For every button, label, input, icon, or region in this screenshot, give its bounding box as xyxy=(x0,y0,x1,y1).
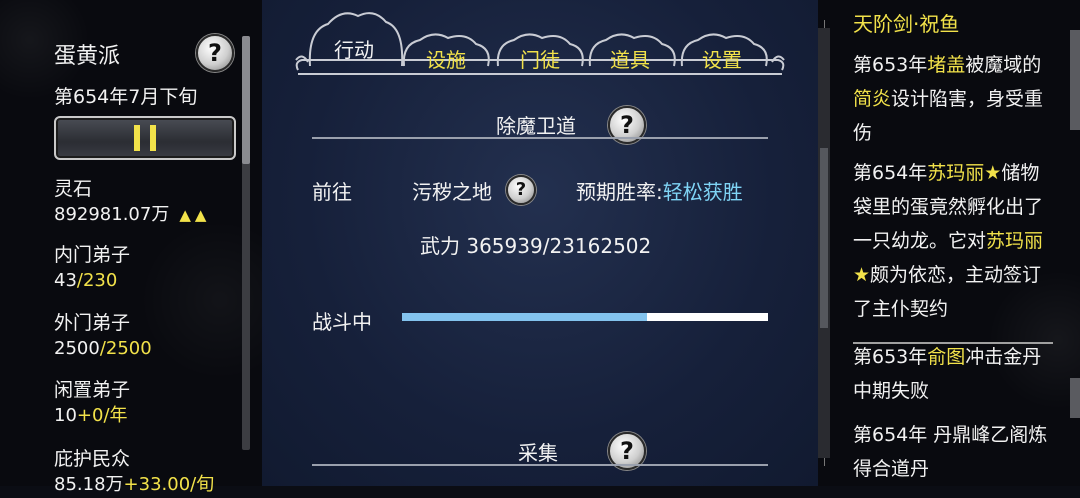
goto-label: 前往 xyxy=(312,180,352,204)
battle-progress-bar xyxy=(402,313,768,321)
win-rate: 预期胜率:轻松获胜 xyxy=(576,180,743,204)
battle-progress-fill xyxy=(402,313,648,321)
sect-name: 蛋黄派 xyxy=(54,44,121,69)
log-title: 天阶剑·祝鱼 xyxy=(853,12,960,36)
log-entry: 第653年俞图冲击金丹中期失败 xyxy=(853,346,1042,402)
event-log-panel: 天阶剑·祝鱼 第653年堵盖被魔域的简炎设计陷害，身受重伤 第654年苏玛丽★储… xyxy=(818,0,1080,486)
win-rate-value: 轻松获胜 xyxy=(662,180,743,204)
stat-protected-people: 庇护民众 85.18万+33.00/旬 xyxy=(54,448,215,495)
stat-idle-disciples: 闲置弟子 10+0/年 xyxy=(54,379,131,426)
section-title-demon-slaying: 除魔卫道 xyxy=(496,114,576,138)
help-icon[interactable]: ? xyxy=(506,175,536,205)
pause-button[interactable] xyxy=(54,116,236,160)
section-title-gathering: 采集 xyxy=(518,441,558,465)
left-scrollbar-thumb[interactable] xyxy=(242,36,250,164)
left-sidebar: 蛋黄派 ? 第654年7月下旬 灵石 892981.07万 ▲▲ 内门弟子 43/… xyxy=(0,0,262,495)
trend-up-icon: ▲▲ xyxy=(179,206,211,224)
game-date: 第654年7月下旬 xyxy=(54,86,198,108)
power-readout: 武力 365939/23162502 xyxy=(420,234,652,258)
tab-items[interactable]: 道具 xyxy=(610,44,650,73)
stat-outer-disciples: 外门弟子 2500/2500 xyxy=(54,312,152,359)
log-scrollbar[interactable] xyxy=(818,28,830,458)
log-entry: 第653年堵盖被魔域的简炎设计陷害，身受重伤 xyxy=(853,54,1044,144)
battle-status-label: 战斗中 xyxy=(312,310,372,334)
log-entry: 第654年 丹鼎峰乙阁炼得合道丹 xyxy=(853,424,1048,480)
tab-settings[interactable]: 设置 xyxy=(702,44,742,73)
main-panel: 行动 设施 门徒 道具 设置 除魔卫道 ? 前往 污秽之地 ? 预期胜率:轻松获… xyxy=(262,0,818,486)
section-divider xyxy=(312,137,768,139)
tab-disciples[interactable]: 门徒 xyxy=(520,44,560,73)
stat-inner-disciples: 内门弟子 43/230 xyxy=(54,244,131,291)
section-divider xyxy=(312,464,768,466)
log-entry: 第654年苏玛丽★储物袋里的蛋竟然孵化出了一只幼龙。它对苏玛丽★颇为依恋，主动签… xyxy=(853,162,1044,320)
destination-select[interactable]: 污秽之地 xyxy=(412,176,492,205)
tab-action[interactable]: 行动 xyxy=(334,34,374,63)
left-scrollbar[interactable] xyxy=(242,36,250,450)
log-scrollbar-thumb[interactable] xyxy=(820,148,828,328)
stat-spirit-stones: 灵石 892981.07万 ▲▲ xyxy=(54,178,211,225)
help-icon[interactable]: ? xyxy=(196,34,234,72)
pause-icon xyxy=(134,125,140,151)
tab-facilities[interactable]: 设施 xyxy=(426,44,466,73)
